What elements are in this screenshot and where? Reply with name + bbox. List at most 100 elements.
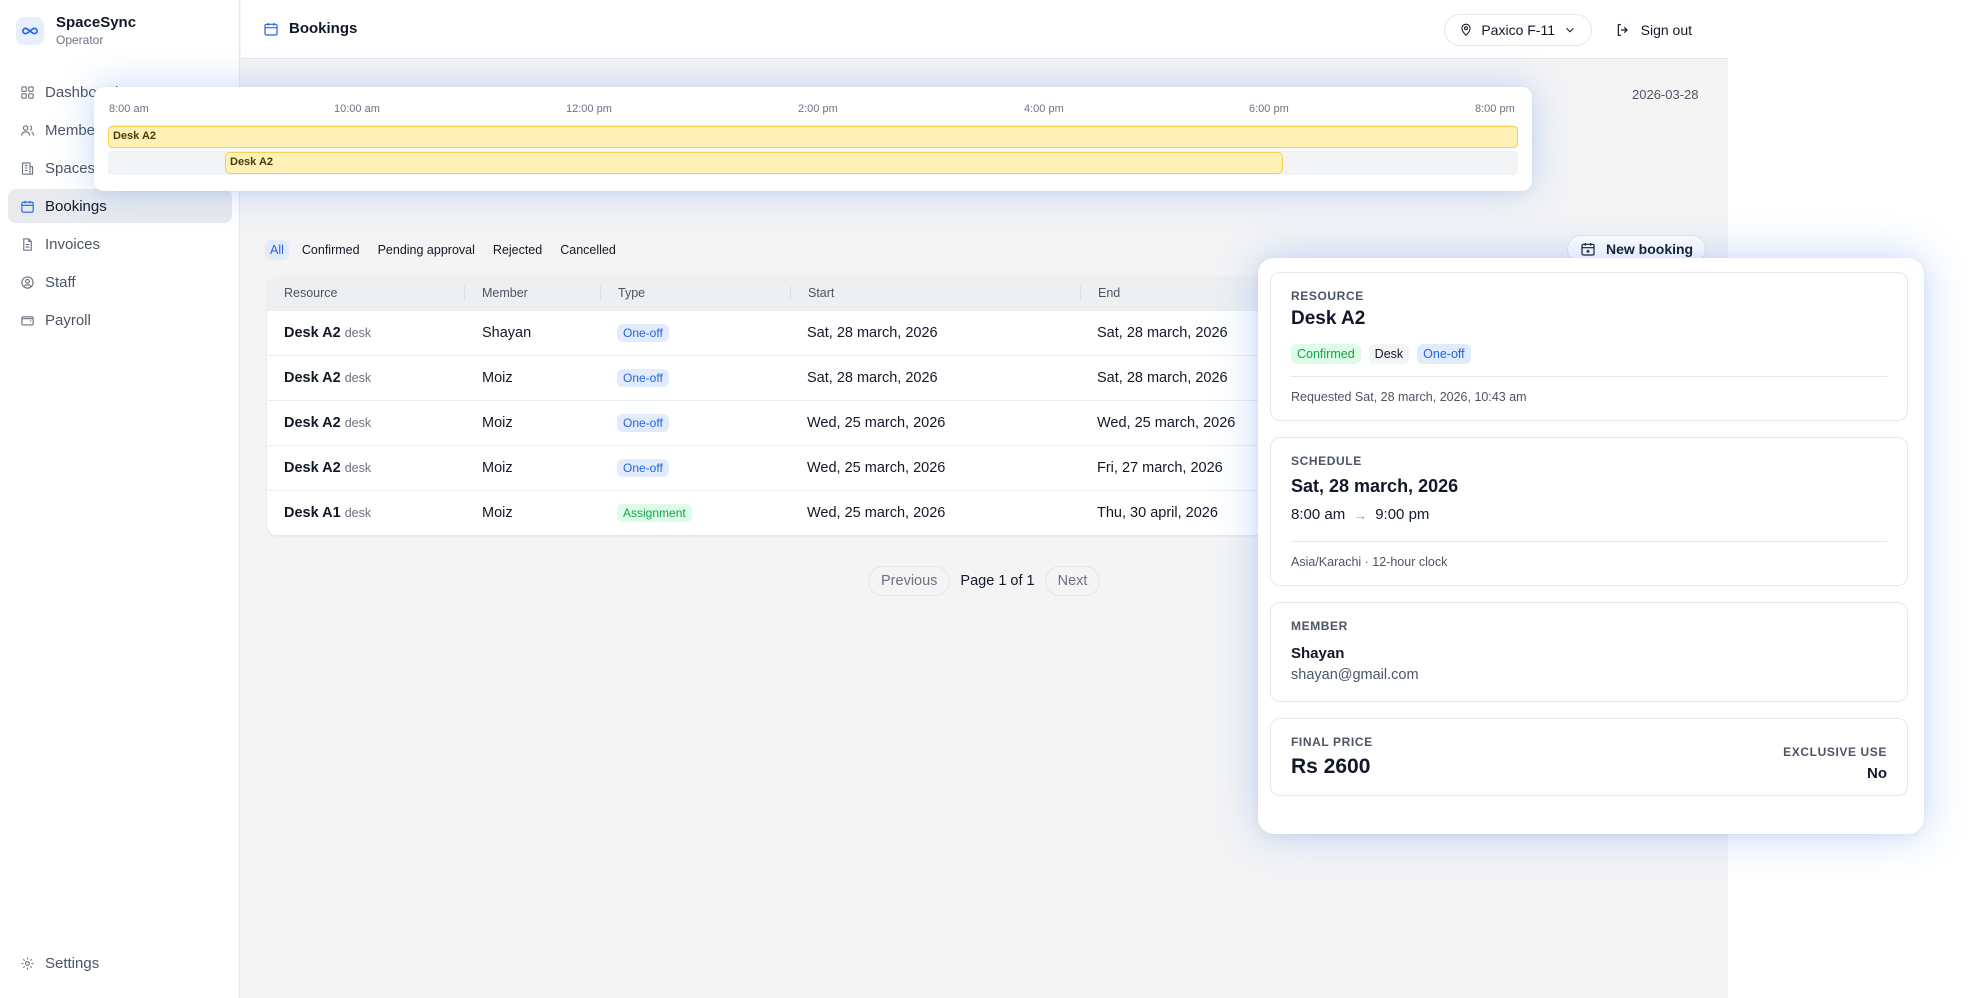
- member-cell: Moiz: [482, 505, 513, 521]
- member-cell: Shayan: [482, 325, 532, 341]
- document-icon: [23, 237, 32, 251]
- brand[interactable]: SpaceSync Operator: [16, 14, 136, 47]
- resource-kind: desk: [344, 326, 372, 340]
- resource-name: Desk A2: [284, 415, 341, 431]
- start-cell: Wed, 25 march, 2026: [807, 415, 946, 431]
- brand-name: SpaceSync: [56, 14, 137, 31]
- status-filters: All Confirmed Pending approval Rejected …: [265, 240, 621, 260]
- logout-icon: [1617, 24, 1628, 36]
- resource-name: Desk A1: [284, 505, 341, 521]
- kind-badge: Desk: [1368, 344, 1410, 364]
- timeline-tick: 8:00 pm: [1475, 103, 1515, 115]
- timeline-booking-bar[interactable]: Desk A2: [108, 126, 1518, 148]
- exclusive-use-value: No: [1867, 765, 1887, 782]
- timeline-lane: Desk A2: [108, 125, 1518, 149]
- member-cell: Moiz: [482, 460, 513, 476]
- booking-detail-panel: RESOURCE Desk A2 Confirmed Desk One-off …: [1258, 258, 1924, 834]
- type-badge: Assignment: [617, 504, 692, 522]
- column-header-member[interactable]: Member: [464, 286, 600, 300]
- timeline-tick: 10:00 am: [334, 103, 380, 115]
- arrow-right-icon: →: [1353, 506, 1368, 523]
- timeline-tick: 6:00 pm: [1249, 103, 1289, 115]
- calendar-icon: [21, 200, 34, 213]
- filter-pending-approval[interactable]: Pending approval: [373, 240, 480, 260]
- type-badge: One-off: [617, 414, 669, 432]
- sidebar-item-label: Staff: [45, 273, 76, 291]
- resource-name: Desk A2: [284, 460, 341, 476]
- member-cell: Moiz: [482, 415, 513, 431]
- breadcrumb: Bookings: [263, 20, 357, 37]
- map-pin-icon: [1461, 23, 1471, 36]
- schedule-end: 9:00 pm: [1375, 506, 1430, 523]
- filter-confirmed[interactable]: Confirmed: [297, 240, 365, 260]
- page-title: Bookings: [289, 20, 358, 37]
- calendar-icon: [264, 22, 278, 36]
- resource-kind: desk: [344, 371, 372, 385]
- grid-icon: [21, 85, 34, 99]
- sidebar-item-label: Settings: [45, 954, 100, 972]
- schedule-start: 8:00 am: [1291, 506, 1346, 523]
- schedule-date: Sat, 28 march, 2026: [1291, 476, 1459, 496]
- sign-out-label: Sign out: [1640, 22, 1692, 38]
- type-badge: One-off: [617, 459, 669, 477]
- location-select[interactable]: Paxico F-11: [1444, 14, 1592, 46]
- next-page-button[interactable]: Next: [1044, 566, 1101, 596]
- resource-cell: Desk A2 desk: [267, 325, 464, 341]
- users-icon: [21, 124, 34, 136]
- previous-page-button[interactable]: Previous: [868, 566, 951, 596]
- sidebar-item-label: Payroll: [45, 311, 91, 329]
- type-cell: One-off: [600, 459, 790, 477]
- member-card: MEMBER Shayan shayan@gmail.com: [1270, 602, 1908, 702]
- type-badge: One-off: [1417, 344, 1471, 364]
- gear-icon: [21, 957, 34, 969]
- start-cell: Wed, 25 march, 2026: [807, 460, 946, 476]
- member-name: Shayan: [1291, 645, 1345, 662]
- sidebar-item-settings[interactable]: Settings: [8, 946, 232, 980]
- start-cell: Wed, 25 march, 2026: [807, 505, 946, 521]
- resource-cell: Desk A2 desk: [267, 370, 464, 386]
- sidebar-item-label: Spaces: [45, 159, 96, 177]
- sidebar-item-payroll[interactable]: Payroll: [8, 303, 232, 337]
- sidebar-item-label: Bookings: [45, 197, 107, 215]
- member-email: shayan@gmail.com: [1291, 667, 1419, 683]
- member-heading: MEMBER: [1291, 619, 1348, 633]
- price-card: FINAL PRICE Rs 2600 EXCLUSIVE USE No: [1270, 718, 1908, 796]
- infinity-logo-icon: [16, 16, 44, 45]
- resource-name: Desk A2: [284, 370, 341, 386]
- timeline-tick: 2:00 pm: [798, 103, 838, 115]
- price-row: FINAL PRICE Rs 2600 EXCLUSIVE USE No: [1291, 735, 1887, 795]
- sign-out-button[interactable]: Sign out: [1609, 14, 1698, 46]
- sidebar-item-bookings[interactable]: Bookings: [8, 189, 232, 223]
- type-cell: One-off: [600, 369, 790, 387]
- schedule-card: SCHEDULE Sat, 28 march, 2026 8:00 am → 9…: [1270, 437, 1908, 586]
- resource-name: Desk A2: [1291, 308, 1366, 329]
- building-icon: [21, 161, 34, 175]
- column-header-start[interactable]: Start: [790, 286, 1080, 300]
- status-badge: Confirmed: [1291, 344, 1361, 364]
- resource-cell: Desk A2 desk: [267, 460, 464, 476]
- resource-kind: desk: [344, 416, 372, 430]
- type-cell: One-off: [600, 324, 790, 342]
- start-cell: Sat, 28 march, 2026: [807, 370, 938, 386]
- timeline-tick: 12:00 pm: [566, 103, 612, 115]
- top-bar: Bookings Paxico F-11 Sign out: [241, 0, 1728, 59]
- sidebar-item-staff[interactable]: Staff: [8, 265, 232, 299]
- exclusive-use-heading: EXCLUSIVE USE: [1783, 745, 1887, 759]
- column-header-type[interactable]: Type: [600, 286, 790, 300]
- new-booking-label: New booking: [1606, 241, 1694, 257]
- page-indicator: Page 1 of 1: [960, 573, 1035, 589]
- timeline-booking-bar[interactable]: Desk A2: [225, 152, 1283, 174]
- column-header-resource[interactable]: Resource: [267, 286, 464, 300]
- resource-cell: Desk A2 desk: [267, 415, 464, 431]
- filter-cancelled[interactable]: Cancelled: [555, 240, 621, 260]
- resource-kind: desk: [344, 506, 372, 520]
- wallet-icon: [21, 315, 34, 325]
- sidebar-item-invoices[interactable]: Invoices: [8, 227, 232, 261]
- filter-rejected[interactable]: Rejected: [488, 240, 547, 260]
- resource-cell: Desk A1 desk: [267, 505, 464, 521]
- pagination: Previous Page 1 of 1 Next: [868, 566, 1101, 596]
- type-badge: One-off: [617, 369, 669, 387]
- day-timeline-popover: 8:00 am 10:00 am 12:00 pm 2:00 pm 4:00 p…: [94, 87, 1532, 191]
- filter-all[interactable]: All: [265, 240, 289, 260]
- type-cell: One-off: [600, 414, 790, 432]
